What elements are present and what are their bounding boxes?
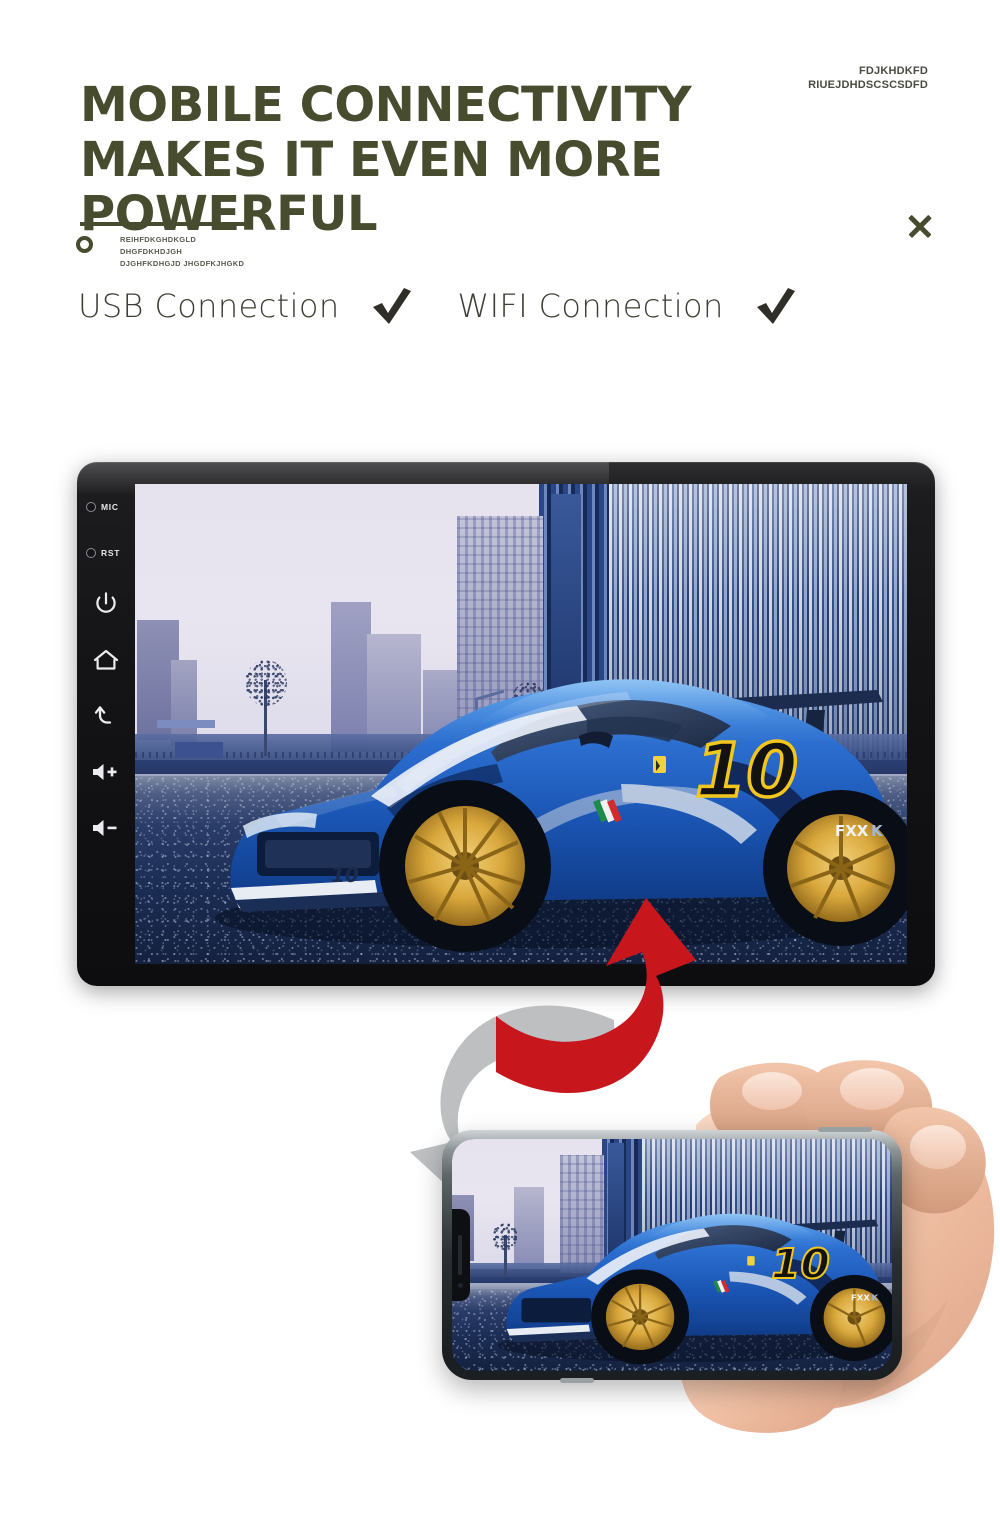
volume-down-icon xyxy=(91,817,121,839)
bullet-ring-icon xyxy=(76,236,93,253)
close-x-icon[interactable] xyxy=(904,210,936,242)
svg-text:K: K xyxy=(871,822,884,840)
home-icon xyxy=(92,647,120,673)
device-screen[interactable]: 10 FXX K 10 xyxy=(135,484,907,964)
subcopy-text: REIHFDKGHDKGLD DHGFDKHDJGH DJGHFKDHGJD J… xyxy=(120,235,245,269)
scene-race-car: 10 FXX K 10 xyxy=(135,484,907,964)
device-side-key-column: MIC RST xyxy=(77,462,135,986)
smartphone-in-hand: 10 FXX K xyxy=(420,1055,1000,1455)
device-key-rst[interactable]: RST xyxy=(77,530,135,576)
device-key-volume-down[interactable] xyxy=(77,800,135,856)
svg-text:FXX: FXX xyxy=(835,822,869,840)
check-mark-icon-wifi xyxy=(754,286,798,326)
page-title-line-1: MOBILE CONNECTIVITY xyxy=(80,77,692,133)
feature-row: USB Connection WIFI Connection xyxy=(78,286,814,326)
back-arrow-icon xyxy=(93,703,120,729)
mic-dot-icon xyxy=(86,502,96,512)
volume-up-icon xyxy=(91,761,121,783)
screen-scene: 10 FXX K 10 xyxy=(135,484,907,964)
feature-label-usb: USB Connection xyxy=(78,287,340,325)
device-key-home[interactable] xyxy=(77,632,135,688)
hand-thumb-front xyxy=(420,1055,1000,1455)
power-icon xyxy=(93,591,119,617)
svg-text:10: 10 xyxy=(695,728,798,814)
rst-label: RST xyxy=(101,548,121,558)
svg-text:10: 10 xyxy=(331,863,359,887)
sku-line-1: FDJKHDKFD xyxy=(858,65,928,77)
reset-dot-icon xyxy=(86,548,96,558)
feature-label-wifi: WIFI Connection xyxy=(457,287,724,325)
car-head-unit[interactable]: MIC RST 10 FXX K 10 xyxy=(77,462,935,986)
title-divider xyxy=(80,222,245,226)
mic-label: MIC xyxy=(101,502,119,512)
device-key-back[interactable] xyxy=(77,688,135,744)
device-key-power[interactable] xyxy=(77,576,135,632)
device-key-volume-up[interactable] xyxy=(77,744,135,800)
device-key-mic[interactable]: MIC xyxy=(77,484,135,530)
page-title: MOBILE CONNECTIVITY MAKES IT EVEN MORE P… xyxy=(80,78,960,242)
check-mark-icon-usb xyxy=(370,286,414,326)
